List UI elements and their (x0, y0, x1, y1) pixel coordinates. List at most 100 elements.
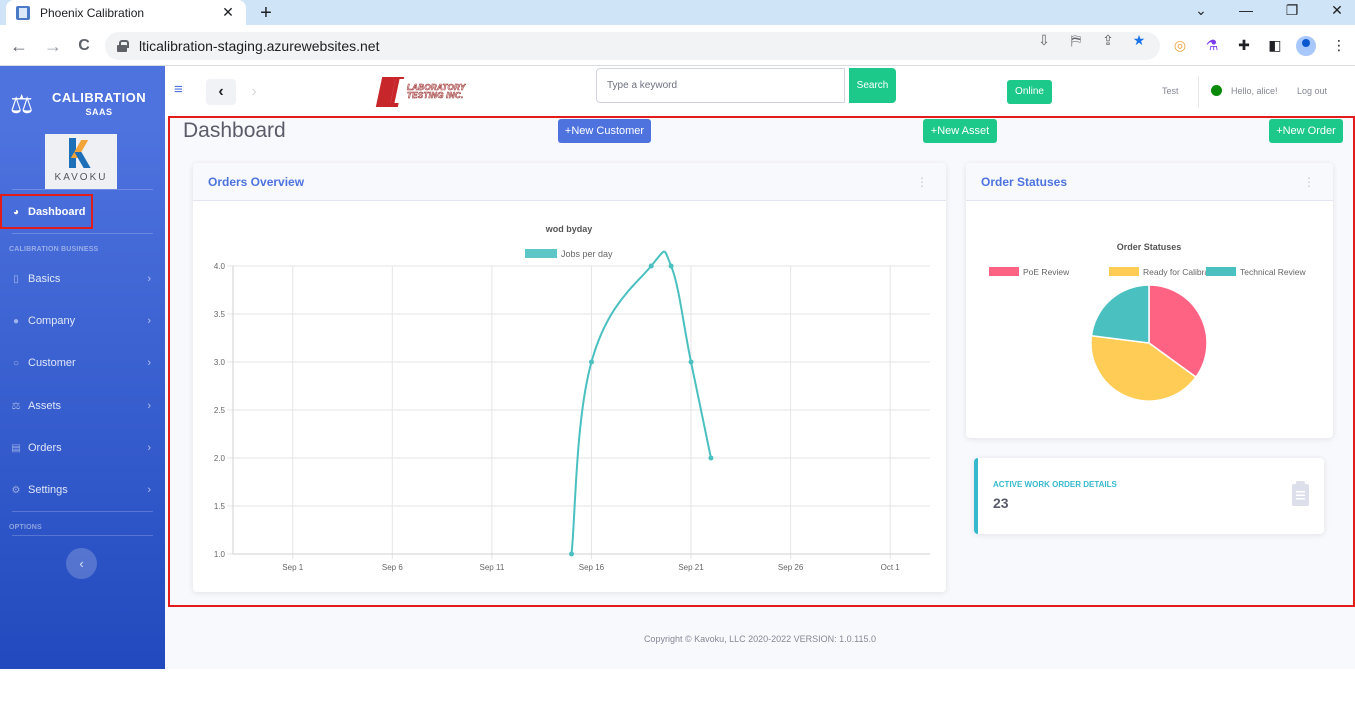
sidebar-item-assets[interactable]: ⚖ Assets › (10, 400, 155, 412)
sidebar-item-label: Settings (28, 484, 68, 496)
sidebar-item-basics[interactable]: ▯ Basics › (10, 273, 155, 285)
card-title: Orders Overview (208, 174, 305, 189)
y-tick-label: 3.5 (214, 310, 226, 319)
series-line (570, 250, 712, 555)
new-order-button[interactable]: +New Order (1269, 119, 1343, 143)
dashboard-highlight-box (0, 194, 93, 229)
sidebar-item-label: Assets (28, 400, 62, 412)
x-tick-label: Sep 1 (282, 563, 303, 572)
card-menu-icon[interactable]: ⋮ (1303, 174, 1315, 190)
bookmark-star-icon[interactable]: ★ (1130, 32, 1148, 49)
tab-close-icon[interactable]: ✕ (220, 4, 236, 21)
url-text: lticalibration-staging.azurewebsites.net (139, 38, 380, 54)
clipboard-icon (1292, 481, 1309, 506)
browser-toolbar: ← → C lticalibration-staging.azurewebsit… (0, 25, 1355, 66)
active-work-order-card[interactable]: ACTIVE WORK ORDER DETAILS 23 (974, 458, 1324, 534)
page-back-button[interactable]: ‹ (206, 79, 236, 105)
chevron-right-icon: › (147, 273, 151, 285)
search-button[interactable]: Search (849, 68, 896, 103)
new-customer-button[interactable]: +New Customer (558, 119, 651, 143)
user-name[interactable]: Test (1162, 86, 1179, 96)
menu-toggle-icon[interactable]: ≡ (174, 81, 183, 98)
legend-swatch (525, 249, 557, 258)
translate-icon[interactable]: ⛿ (1067, 32, 1085, 49)
order-statuses-card: Order Statuses ⋮ Order Statuses PoE Revie… (966, 163, 1333, 438)
work-order-label: ACTIVE WORK ORDER DETAILS (993, 480, 1117, 489)
order-statuses-pie-chart: Order StatusesPoE Review Ready for Calibr… (989, 242, 1307, 402)
sidebar-item-customer[interactable]: ○ Customer › (10, 357, 155, 369)
lti-logo-text: LABORATORY TESTING INC. (407, 83, 466, 100)
sidebar-collapse-button[interactable]: ‹ (66, 548, 97, 579)
sidebar-heading-options: OPTIONS (9, 524, 42, 531)
sidebar-item-orders[interactable]: ▤ Orders › (10, 442, 155, 454)
sidebar-divider (12, 189, 153, 190)
reload-icon[interactable]: C (73, 35, 95, 57)
greeting-text: Hello, alice! (1231, 86, 1278, 96)
search-input[interactable] (596, 68, 845, 103)
lti-logo: LABORATORY TESTING INC. (375, 77, 471, 109)
sidebar-divider (12, 535, 153, 536)
restore-button[interactable]: ❐ (1282, 2, 1302, 19)
minimize-button[interactable]: — (1236, 2, 1256, 18)
chart-title: wod byday (545, 224, 593, 234)
user-outline-icon: ○ (12, 357, 20, 369)
logout-link[interactable]: Log out (1297, 86, 1327, 96)
extension-compass-icon[interactable]: ◎ (1171, 36, 1189, 54)
footer-copyright: Copyright © Kavoku, LLC 2020-2022 VERSIO… (643, 634, 877, 644)
legend-label: PoE Review (1023, 267, 1070, 277)
x-tick-label: Oct 1 (881, 563, 901, 572)
y-tick-label: 1.0 (214, 550, 226, 559)
x-tick-label: Sep 21 (678, 563, 704, 572)
balance-icon: ⚖ (11, 400, 21, 412)
data-point (569, 551, 575, 557)
extensions-puzzle-icon[interactable]: ✚ (1235, 36, 1253, 54)
browser-tab[interactable]: Phoenix Calibration ✕ (6, 0, 246, 25)
sidebar-item-label: Company (28, 315, 76, 327)
page-forward-button[interactable]: › (240, 79, 268, 105)
orders-overview-card: Orders Overview ⋮ wod byday Jobs per day 1… (193, 163, 946, 592)
sidebar-item-settings[interactable]: ⚙ Settings › (10, 484, 155, 496)
sidebar-divider (12, 233, 153, 234)
topbar-divider (1198, 76, 1199, 108)
address-bar[interactable]: lticalibration-staging.azurewebsites.net (105, 32, 1160, 60)
tab-title: Phoenix Calibration (40, 5, 145, 20)
gear-icon: ⚙ (11, 484, 21, 496)
tab-favicon-icon (16, 5, 30, 20)
company-logo: KAVOKU (45, 134, 117, 189)
online-status-dot-icon (1211, 85, 1222, 96)
sidebar-item-company[interactable]: ● Company › (10, 315, 155, 327)
brand[interactable]: CALIBRATION SAAS (10, 90, 146, 117)
chevron-right-icon: › (147, 442, 151, 454)
topbar: ≡ ‹ › LABORATORY TESTING INC. Search Onl… (165, 66, 1355, 118)
extension-flask-icon[interactable]: ⚗ (1203, 36, 1221, 54)
side-panel-icon[interactable]: ◧ (1266, 36, 1284, 54)
close-window-button[interactable]: ✕ (1327, 2, 1347, 19)
tab-search-icon[interactable]: ⌄ (1191, 2, 1211, 19)
user-icon: ● (12, 315, 20, 327)
browser-menu-icon[interactable]: ⋮ (1330, 36, 1348, 54)
sidebar-divider (12, 511, 153, 512)
online-status-button[interactable]: Online (1007, 80, 1052, 104)
new-tab-button[interactable]: + (256, 2, 276, 25)
sidebar: CALIBRATION SAAS KAVOKU ◕ Dashboard CALI… (0, 66, 165, 669)
data-point (588, 359, 594, 365)
back-arrow-icon[interactable]: ← (8, 35, 30, 57)
chart-title: Order Statuses (1117, 242, 1182, 252)
pie-slice (1090, 284, 1150, 344)
brand-subtitle: SAAS (85, 107, 113, 117)
legend-swatch (1206, 267, 1236, 276)
forward-arrow-icon[interactable]: → (42, 35, 64, 57)
card-menu-icon[interactable]: ⋮ (916, 174, 928, 190)
data-point (688, 359, 694, 365)
kavoku-k-icon (67, 138, 95, 168)
chevron-right-icon: › (147, 484, 151, 496)
share-icon[interactable]: ⇪ (1099, 32, 1117, 49)
y-tick-label: 3.0 (214, 358, 226, 367)
install-icon[interactable]: ⇩ (1035, 32, 1053, 49)
profile-avatar[interactable] (1296, 36, 1316, 56)
chevron-right-icon: › (147, 315, 151, 327)
card-title: Order Statuses (981, 174, 1068, 189)
chevron-right-icon: › (147, 357, 151, 369)
data-point (648, 263, 654, 269)
new-asset-button[interactable]: +New Asset (923, 119, 997, 143)
